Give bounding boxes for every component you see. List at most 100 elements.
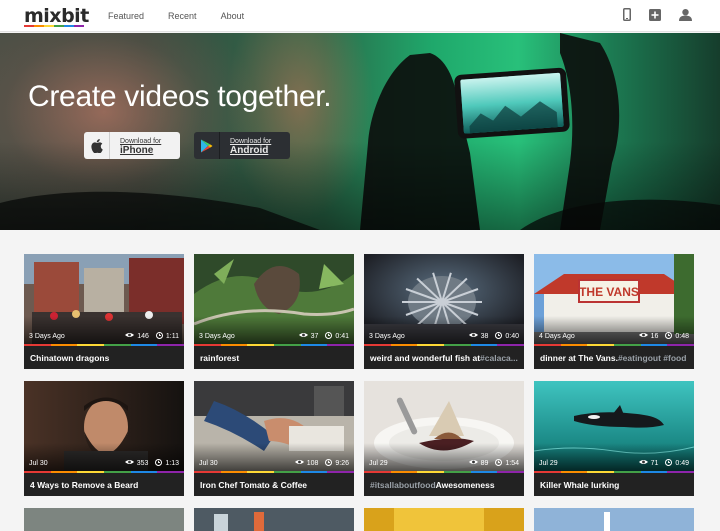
video-card[interactable] (194, 508, 354, 531)
svg-text:THE VANS: THE VANS (579, 285, 639, 299)
clock-icon (665, 458, 673, 468)
video-meta: Jul 29 89 1:54 (364, 455, 524, 471)
view-count: 38 (480, 332, 489, 340)
video-duration: 1:54 (505, 459, 519, 467)
video-date: Jul 29 (369, 459, 388, 467)
video-card[interactable]: 3 Days Ago 146 1:11 Chinatown dragons (24, 254, 184, 369)
logo-color-stripe (24, 25, 84, 27)
video-title[interactable]: weird and wonderful fish at #calaca... (364, 346, 524, 369)
video-card[interactable] (24, 508, 184, 531)
nav-about-link[interactable]: About (221, 11, 245, 21)
video-thumbnail[interactable] (364, 508, 524, 531)
main-nav: Featured Recent About (108, 0, 268, 32)
video-title-tag[interactable]: #calaca... (480, 353, 518, 363)
video-date: Jul 30 (29, 459, 48, 467)
video-title-text: weird and wonderful fish at (370, 352, 481, 363)
video-title-tag[interactable]: #itsallaboutfood (370, 480, 436, 490)
video-title-text: dinner at The Vans. (540, 352, 618, 363)
view-count: 71 (650, 459, 659, 467)
google-play-icon (194, 132, 220, 159)
top-navigation-bar: mix bit Featured Recent About (0, 0, 720, 32)
clock-icon (325, 458, 333, 468)
video-title-text: 4 Ways to Remove a Beard (30, 479, 139, 490)
video-title[interactable]: Chinatown dragons (24, 346, 184, 369)
eye-icon (294, 459, 304, 467)
video-title-text: Chinatown dragons (30, 352, 110, 363)
video-date: Jul 29 (539, 459, 558, 467)
download-android-button[interactable]: Download for Android (194, 132, 290, 159)
video-card[interactable]: THE VANS 4 Days Ago 16 0:48 dinner at The Va… (534, 254, 694, 369)
clock-icon (155, 458, 163, 468)
video-date: 3 Days Ago (29, 332, 65, 340)
nav-recent-link[interactable]: Recent (168, 11, 197, 21)
logo-text-bit: bit (61, 5, 89, 27)
header-icons (623, 8, 692, 21)
phone-icon[interactable] (623, 8, 631, 21)
video-date: 3 Days Ago (369, 332, 405, 340)
video-thumbnail[interactable] (194, 508, 354, 531)
video-date: Jul 30 (199, 459, 218, 467)
android-button-label: Android (230, 144, 269, 156)
video-card[interactable]: Jul 29 71 0:49 Killer Whale lurking (534, 381, 694, 496)
video-title[interactable]: Killer Whale lurking (534, 473, 694, 496)
video-card[interactable]: 3 Days Ago 37 0:41 rainforest (194, 254, 354, 369)
video-duration: 1:11 (165, 332, 179, 340)
logo-text-mix: mix (24, 5, 62, 27)
download-iphone-button[interactable]: Download for iPhone (84, 132, 180, 159)
video-duration: 0:40 (505, 332, 519, 340)
clock-icon (155, 331, 163, 341)
view-count: 89 (480, 459, 489, 467)
video-title[interactable]: #itsallaboutfood Awesomeness (364, 473, 524, 496)
hero-title: Create videos together. (28, 80, 332, 113)
view-count: 37 (310, 332, 319, 340)
video-duration: 0:41 (335, 332, 349, 340)
nav-featured-link[interactable]: Featured (108, 11, 144, 21)
video-meta: 3 Days Ago 146 1:11 (24, 328, 184, 344)
video-card[interactable]: 3 Days Ago 38 0:40 weird and wonderful fish… (364, 254, 524, 369)
eye-icon (124, 459, 134, 467)
video-title-text: Awesomeness (435, 479, 495, 490)
video-card[interactable] (534, 508, 694, 531)
apple-icon (84, 132, 110, 159)
video-title[interactable]: rainforest (194, 346, 354, 369)
video-thumbnail[interactable] (24, 508, 184, 531)
eye-icon (638, 332, 648, 340)
eye-icon (125, 332, 135, 340)
video-title[interactable]: Iron Chef Tomato & Coffee (194, 473, 354, 496)
video-duration: 0:48 (675, 332, 689, 340)
video-date: 3 Days Ago (199, 332, 235, 340)
video-card[interactable]: Jul 30 108 9:26 Iron Chef Tomato & Coffee (194, 381, 354, 496)
eye-icon (468, 459, 478, 467)
clock-icon (495, 458, 503, 468)
iphone-button-label: iPhone (120, 144, 154, 156)
eye-icon (298, 332, 308, 340)
video-meta: Jul 30 353 1:13 (24, 455, 184, 471)
eye-icon (638, 459, 648, 467)
clock-icon (495, 331, 503, 341)
video-card[interactable]: Jul 30 353 1:13 4 Ways to Remove a Beard (24, 381, 184, 496)
clock-icon (325, 331, 333, 341)
view-count: 108 (306, 459, 319, 467)
video-title-text: Iron Chef Tomato & Coffee (200, 479, 308, 490)
video-card[interactable] (364, 508, 524, 531)
video-duration: 0:49 (675, 459, 689, 467)
mixbit-logo[interactable]: mix bit (24, 5, 89, 27)
view-count: 353 (136, 459, 149, 467)
video-meta: 3 Days Ago 37 0:41 (194, 328, 354, 344)
video-meta: Jul 30 108 9:26 (194, 455, 354, 471)
video-title-text: rainforest (200, 352, 240, 363)
video-title[interactable]: 4 Ways to Remove a Beard (24, 473, 184, 496)
video-meta: 4 Days Ago 16 0:48 (534, 328, 694, 344)
video-title-text: Killer Whale lurking (540, 479, 620, 490)
video-card[interactable]: Jul 29 89 1:54 #itsallaboutfood Awesomeness (364, 381, 524, 496)
user-icon[interactable] (679, 8, 692, 21)
eye-icon (468, 332, 478, 340)
video-meta: 3 Days Ago 38 0:40 (364, 328, 524, 344)
video-date: 4 Days Ago (539, 332, 575, 340)
video-title-tag[interactable]: #eatingout #food (618, 353, 686, 363)
add-icon[interactable] (649, 8, 661, 21)
video-title[interactable]: dinner at The Vans. #eatingout #food (534, 346, 694, 369)
video-thumbnail[interactable] (534, 508, 694, 531)
video-duration: 1:13 (165, 459, 179, 467)
view-count: 146 (137, 332, 149, 340)
